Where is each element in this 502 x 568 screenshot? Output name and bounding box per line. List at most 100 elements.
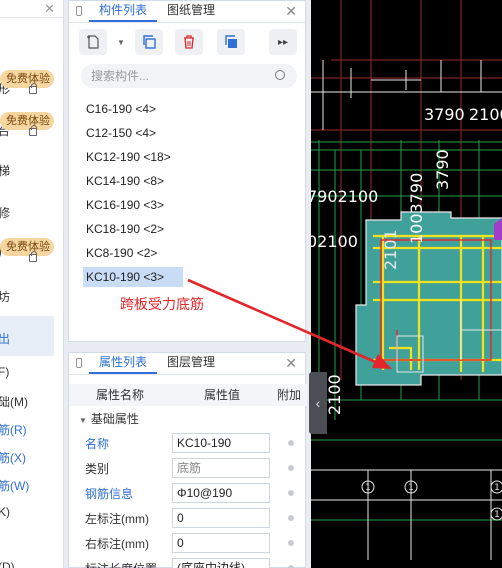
left-nav: ✕ 形台梯修尸坊出F)础(M)筋(R)筋(X)筋(W)K)(D) 免费体验 免费… xyxy=(0,0,64,568)
property-value-field[interactable]: 底筋 xyxy=(172,458,270,478)
pin-icon[interactable] xyxy=(76,6,82,16)
chevron-down-icon[interactable]: ▼ xyxy=(79,416,87,425)
free-badge[interactable]: 免费体验 xyxy=(0,238,54,256)
search-icon[interactable] xyxy=(275,70,285,80)
property-name: 标注长度位置 xyxy=(85,560,157,568)
property-value-field[interactable]: KC10-190 xyxy=(172,433,270,453)
free-badge[interactable]: 免费体验 xyxy=(0,70,54,88)
chevron-down-icon[interactable]: ▼ xyxy=(117,38,125,47)
property-name: 左标注(mm) xyxy=(85,512,149,526)
property-name[interactable]: 名称 xyxy=(85,435,109,452)
list-item[interactable]: KC16-190 <3> xyxy=(83,195,293,215)
copy-to-floor-button[interactable] xyxy=(217,29,245,55)
sidebar-item[interactable]: 出 xyxy=(0,330,10,347)
column-header: 附加 xyxy=(277,388,302,402)
tab-drawing-management[interactable]: 图纸管理 xyxy=(157,0,225,22)
free-badge[interactable]: 免费体验 xyxy=(0,112,54,130)
property-name: 右标注(mm) xyxy=(85,537,149,551)
search-input[interactable]: 搜索构件... xyxy=(81,64,297,88)
cad-dimension-label: 1003790 xyxy=(407,172,426,244)
property-row: 名称 KC10-190 xyxy=(69,431,307,455)
list-item[interactable]: KC14-190 <8> xyxy=(83,171,293,191)
cad-dimension-label: 7902100 xyxy=(311,187,379,206)
sidebar-item[interactable]: 筋(X) xyxy=(0,449,26,466)
cad-dimension-label: 2101 xyxy=(381,229,400,270)
property-group-label: 基础属性 xyxy=(90,412,139,426)
list-item-selected[interactable]: KC10-190 <3> xyxy=(83,267,183,287)
tab-property-list[interactable]: 属性列表 xyxy=(89,352,158,374)
list-item[interactable]: C12-150 <4> xyxy=(83,123,293,143)
component-panel: 构件列表 图纸管理 ✕ ▼ ▸▸ 搜索构件... C16-190 <4> C12… xyxy=(68,0,306,342)
property-row: 标注长度位置 (底座中边线) xyxy=(69,556,307,568)
list-item[interactable]: KC12-190 <18> xyxy=(83,147,293,167)
attach-checkbox[interactable] xyxy=(288,490,294,496)
chevron-left-icon: ‹ xyxy=(315,395,321,411)
property-value-field[interactable]: 0 xyxy=(172,508,270,528)
property-row: 类别 底筋 xyxy=(69,456,307,480)
tab-component-list[interactable]: 构件列表 xyxy=(89,0,158,22)
left-nav-topbar: ✕ xyxy=(0,0,63,18)
axis-mark-label: 1 xyxy=(408,483,414,493)
property-row: 左标注(mm) 0 xyxy=(69,506,307,530)
component-list: C16-190 <4> C12-150 <4> KC12-190 <18> KC… xyxy=(83,99,293,291)
property-panel: 属性列表 图层管理 ✕ 属性名称 属性值 附加 ▼ 基础属性 名称 KC10-190… xyxy=(68,352,307,568)
sidebar-item[interactable]: 筋(R) xyxy=(0,421,27,438)
sidebar-item[interactable]: 筋(W) xyxy=(0,477,29,494)
cad-dimension-label: 2100 xyxy=(469,105,502,124)
cad-dimension-label: 2100 xyxy=(325,374,344,415)
attach-checkbox[interactable] xyxy=(288,465,294,471)
cad-dimension-label: 02100 xyxy=(311,232,358,251)
component-tabbar: 构件列表 图纸管理 ✕ xyxy=(69,1,305,23)
cad-dimension-label: 3790 xyxy=(433,149,452,190)
delete-button[interactable] xyxy=(175,29,203,55)
tab-layer-management[interactable]: 图层管理 xyxy=(157,352,225,374)
axis-mark-label: 1 xyxy=(365,483,371,493)
new-file-icon xyxy=(87,35,99,49)
list-item[interactable]: KC8-190 <2> xyxy=(83,243,293,263)
copy-button[interactable] xyxy=(135,29,163,55)
sidebar-item[interactable]: (D) xyxy=(0,560,15,568)
property-value-field[interactable]: 0 xyxy=(172,533,270,553)
new-component-button[interactable] xyxy=(79,29,107,55)
pin-icon[interactable] xyxy=(76,358,82,368)
attach-checkbox[interactable] xyxy=(288,515,294,521)
copy-icon xyxy=(143,35,156,49)
property-value-field[interactable]: (底座中边线) xyxy=(172,558,270,568)
sidebar-item[interactable]: 础(M) xyxy=(0,393,28,410)
property-row: 钢筋信息 Φ10@190 xyxy=(69,481,307,505)
property-row: 右标注(mm) 0 xyxy=(69,531,307,555)
cad-dimension-label: 3790 xyxy=(424,105,465,124)
attach-checkbox[interactable] xyxy=(288,440,294,446)
component-toolbar: ▼ ▸▸ xyxy=(79,29,297,57)
cad-canvas[interactable]: 1 1 1 1 3790 2100 3790 1003790 7902100 0… xyxy=(311,0,502,568)
column-header: 属性值 xyxy=(203,388,240,402)
property-name: 类别 xyxy=(85,462,110,476)
axis-mark-label: 1 xyxy=(494,510,500,520)
close-icon[interactable]: ✕ xyxy=(44,1,55,17)
double-chevron-right-icon: ▸▸ xyxy=(277,36,289,48)
sidebar-item[interactable]: K) xyxy=(0,505,10,519)
lock-icon xyxy=(29,125,37,136)
close-icon[interactable]: ✕ xyxy=(285,3,297,20)
lock-icon xyxy=(29,83,37,94)
sidebar-item[interactable]: 修 xyxy=(0,204,10,221)
close-icon[interactable]: ✕ xyxy=(285,355,297,372)
sidebar-item[interactable]: F) xyxy=(0,365,9,379)
sidebar-item[interactable]: 坊 xyxy=(0,288,10,305)
attach-checkbox[interactable] xyxy=(288,540,294,546)
property-table-header: 属性名称 属性值 附加 xyxy=(69,384,307,406)
cad-drawing: 1 1 1 1 xyxy=(311,0,502,560)
property-name[interactable]: 钢筋信息 xyxy=(85,485,133,502)
collapse-handle[interactable]: ‹ xyxy=(309,372,327,434)
sidebar-item[interactable]: 梯 xyxy=(0,162,10,179)
layers-copy-icon xyxy=(225,35,237,48)
property-group[interactable]: ▼ 基础属性 xyxy=(69,409,307,429)
list-item[interactable]: KC18-190 <2> xyxy=(83,219,293,239)
trash-icon xyxy=(184,35,194,49)
property-tabbar: 属性列表 图层管理 ✕ xyxy=(69,353,305,375)
list-item[interactable]: C16-190 <4> xyxy=(83,99,293,119)
column-header: 属性名称 xyxy=(95,388,144,402)
property-value-field[interactable]: Φ10@190 xyxy=(172,483,270,503)
more-button[interactable]: ▸▸ xyxy=(269,29,297,55)
lock-icon xyxy=(29,251,37,262)
